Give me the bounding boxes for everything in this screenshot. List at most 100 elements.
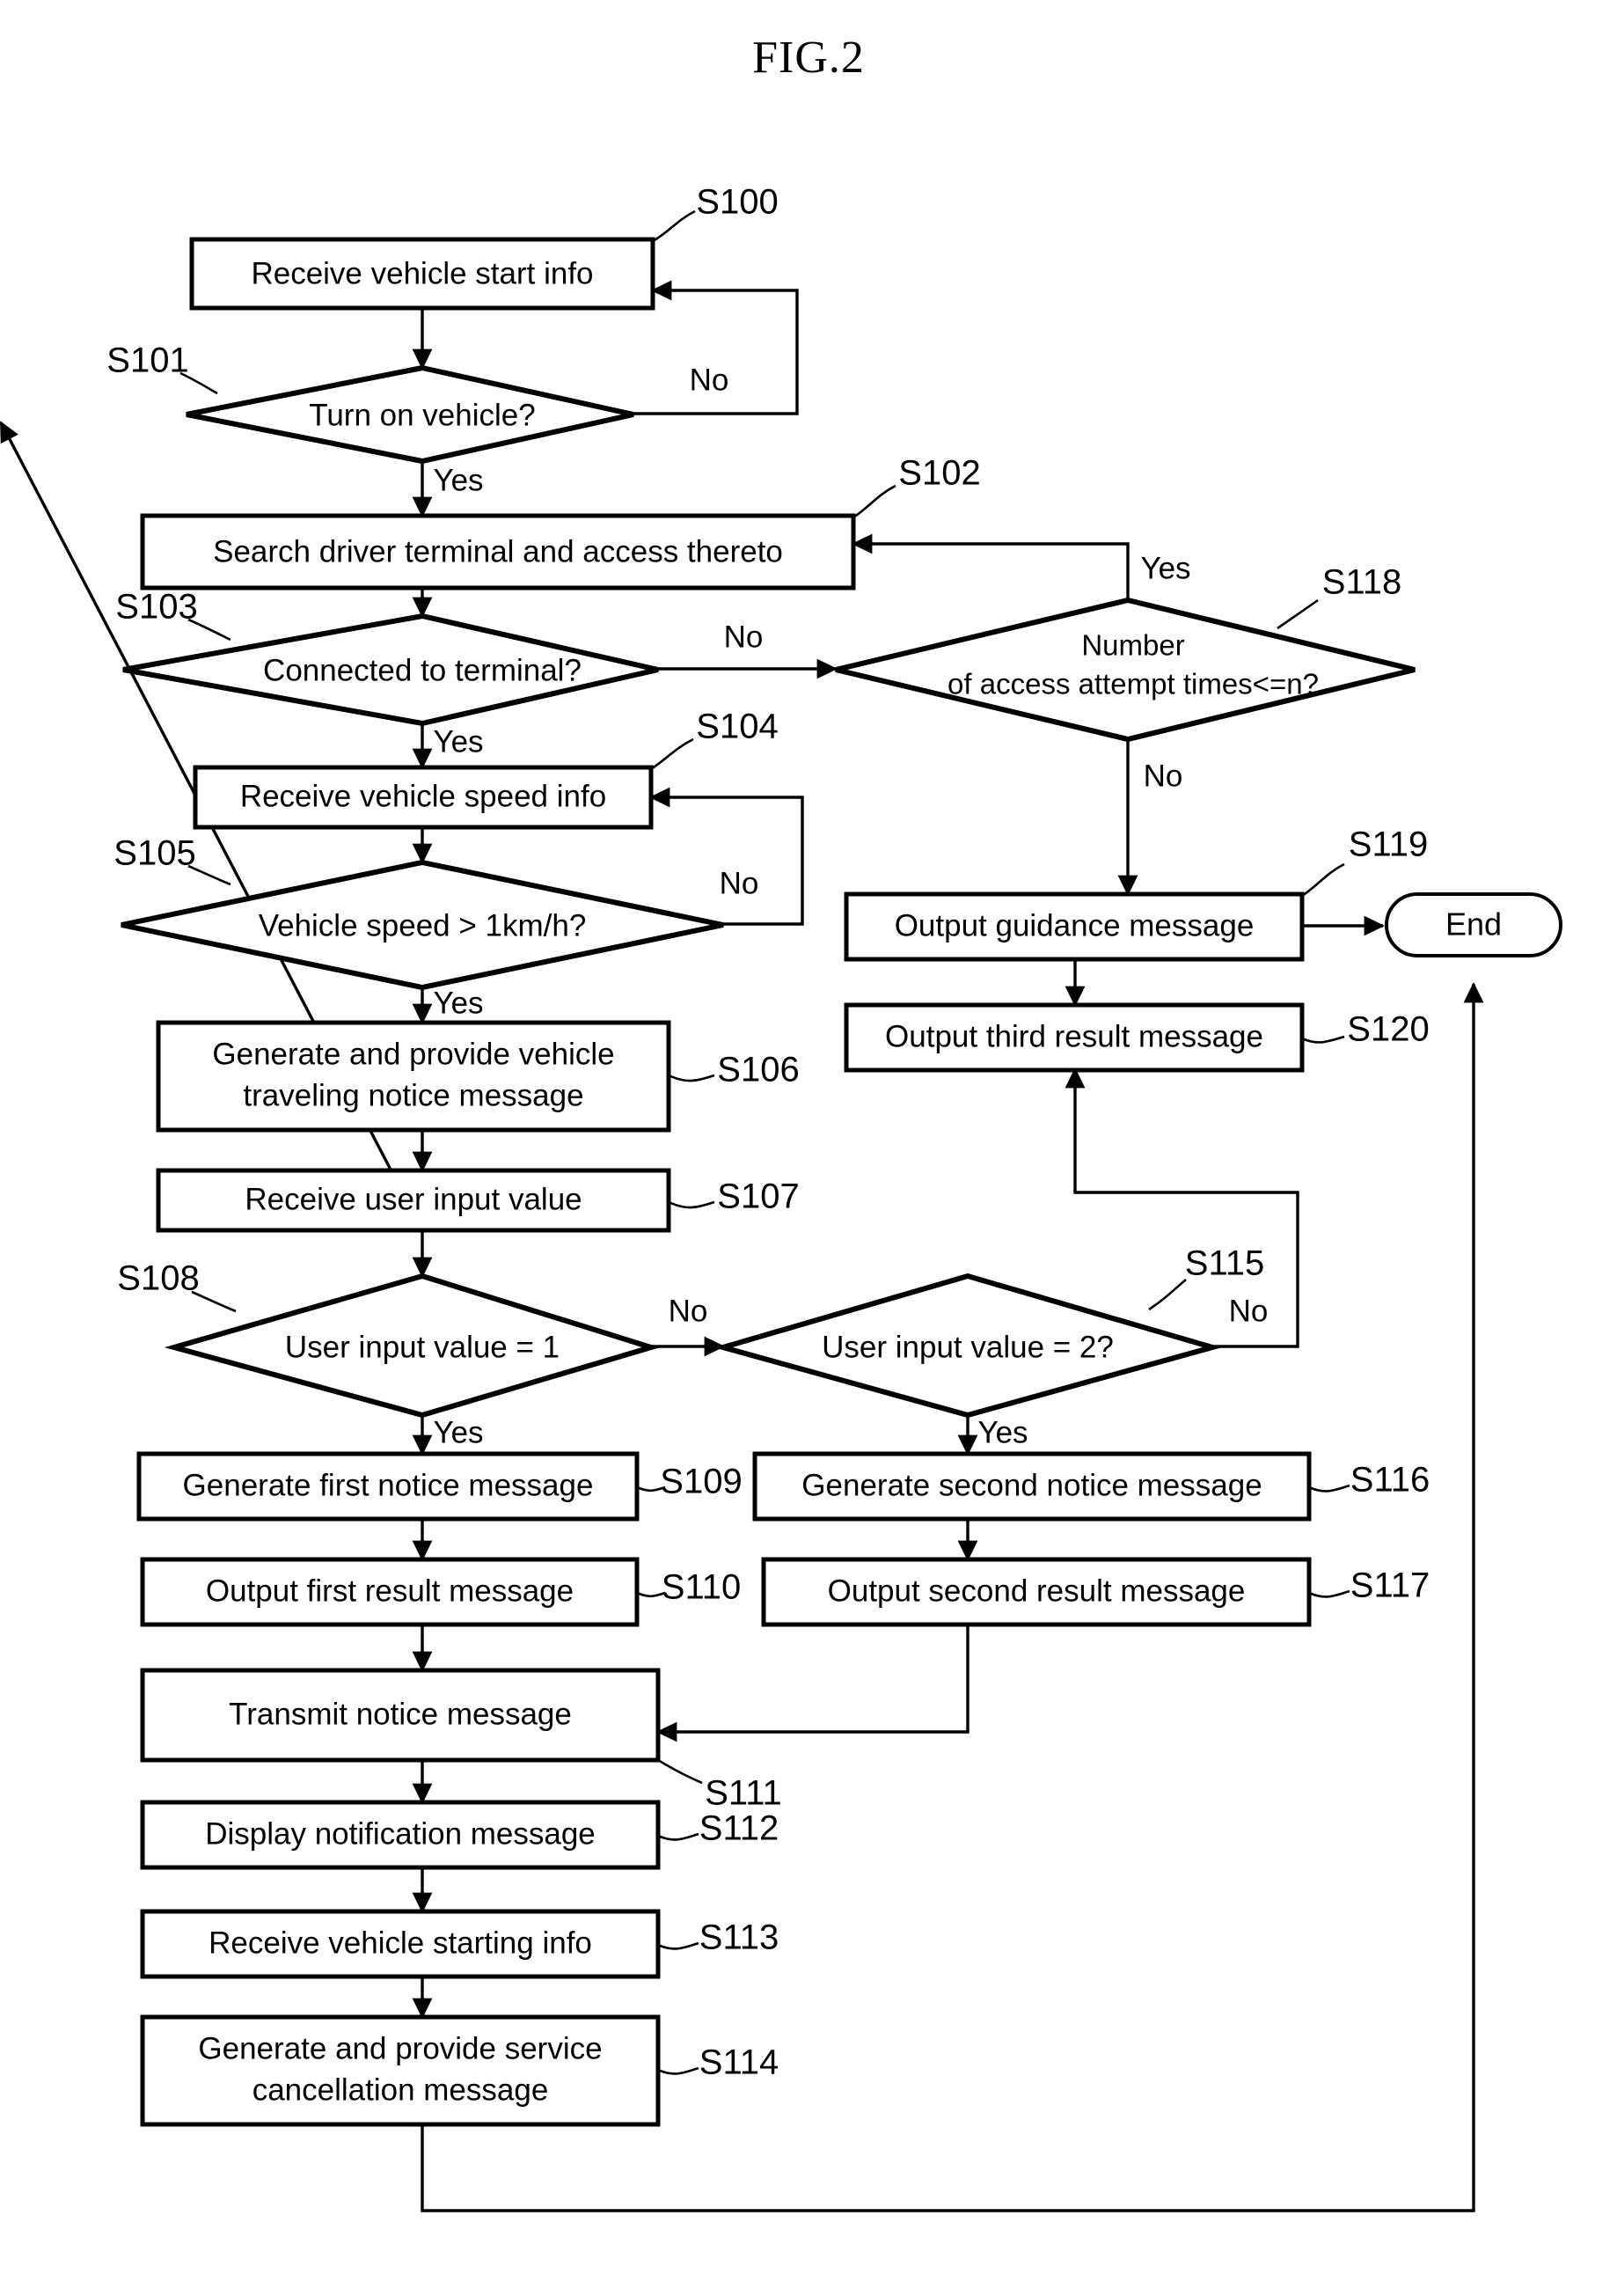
node-s103[interactable]: Connected to terminal? [122,613,659,727]
leader-s107 [668,1200,715,1209]
node-s106-label-line2: traveling notice message [243,1078,583,1112]
node-s102[interactable]: Search driver terminal and access theret… [140,513,856,591]
ref-s120: S120 [1347,1010,1429,1049]
node-s114-label-line2: cancellation message [252,2072,549,2107]
figure-root: FIG.2 Receive vehicle start info S100 Tu… [0,0,1617,2296]
ref-s110: S110 [662,1568,741,1607]
node-s100[interactable]: Receive vehicle start info [189,237,655,311]
node-end-label: End [1445,906,1502,943]
node-s101[interactable]: Turn on vehicle? [186,364,634,465]
node-s118[interactable]: Number of access attempt times<=n? [835,597,1416,743]
ref-s109: S109 [660,1463,742,1501]
flowchart-canvas: Receive vehicle start info S100 Turn on … [0,183,1562,2212]
node-s111-label: Transmit notice message [229,1697,572,1731]
leader-s106 [668,1074,715,1082]
ref-s114: S114 [699,2043,779,2082]
node-s117-label: Output second result message [828,1573,1246,1608]
node-s115[interactable]: User input value = 2? [713,1273,1222,1419]
leader-s119 [1301,862,1345,898]
node-s106-label-line1: Generate and provide vehicle [212,1037,614,1071]
ref-s111: S111 [705,1774,781,1813]
node-s118-label-line1: Number [1081,629,1184,662]
node-s102-label: Search driver terminal and access theret… [213,534,783,568]
node-s100-label: Receive vehicle start info [251,256,593,290]
node-s109-label: Generate first notice message [183,1468,594,1502]
leader-s104 [650,737,694,771]
ref-s107: S107 [717,1177,799,1216]
ref-s106: S106 [717,1051,799,1089]
node-s111[interactable]: Transmit notice message [140,1668,661,1763]
node-s112-label: Display notification message [205,1816,596,1851]
node-s105-label: Vehicle speed > 1km/h? [259,908,587,943]
node-s116-label: Generate second notice message [801,1468,1262,1502]
leader-s114 [657,2066,699,2075]
node-s105[interactable]: Vehicle speed > 1km/h? [121,859,724,991]
node-s107[interactable]: Receive user input value [156,1168,671,1233]
node-s116[interactable]: Generate second notice message [752,1451,1312,1522]
edge-s117-s111 [655,1625,969,1742]
edge-label-s101-no: No [690,363,729,397]
node-end[interactable]: End [1385,892,1562,957]
node-s113-label: Receive vehicle starting info [209,1926,592,1960]
leader-s120 [1301,1035,1345,1044]
leader-s116 [1308,1484,1350,1493]
leader-s112 [657,1832,699,1841]
node-s119-label: Output guidance message [895,908,1255,943]
ref-s116: S116 [1350,1461,1430,1500]
node-s114[interactable]: Generate and provide service cancellatio… [140,2014,661,2127]
ref-s119: S119 [1349,825,1428,864]
ref-s118: S118 [1322,563,1401,602]
node-s114-label-line1: Generate and provide service [198,2031,602,2065]
ref-s113: S113 [699,1918,779,1957]
ref-s100: S100 [696,183,778,222]
edge-label-s108-yes: Yes [433,1415,483,1449]
node-s107-label: Receive user input value [245,1182,582,1216]
leader-s115 [1148,1279,1187,1311]
ref-s108: S108 [117,1259,199,1298]
ref-s112: S112 [699,1809,779,1848]
edge-label-s118-yes: Yes [1140,551,1190,585]
edge-label-s115-no: No [1229,1294,1269,1328]
ref-s103: S103 [115,588,197,627]
edge-label-s105-no: No [720,866,759,900]
node-s106[interactable]: Generate and provide vehicle traveling n… [156,1020,671,1133]
edge-label-s115-yes: Yes [977,1415,1028,1449]
leader-s113 [657,1941,699,1950]
edge-label-s108-no: No [669,1294,708,1328]
node-s108[interactable]: User input value = 1 [164,1273,661,1419]
leader-s117 [1308,1589,1350,1598]
leader-s118 [1277,598,1319,630]
node-s115-label: User input value = 2? [822,1330,1114,1364]
node-s110-label: Output first result message [206,1573,574,1608]
edge-s105-no-s104 [648,787,804,926]
ref-s102: S102 [898,454,980,493]
node-s104-label: Receive vehicle speed info [240,779,606,813]
node-s110[interactable]: Output first result message [140,1557,640,1627]
leader-s102 [852,484,896,519]
ref-s117: S117 [1350,1566,1430,1605]
node-s108-label: User input value = 1 [285,1330,560,1364]
node-s113[interactable]: Receive vehicle starting info [140,1909,661,1979]
node-s104[interactable]: Receive vehicle speed info [193,765,654,830]
node-s103-label: Connected to terminal? [263,653,582,687]
ref-s105: S105 [113,834,195,873]
ref-s101: S101 [106,341,188,380]
ref-s115: S115 [1185,1244,1264,1283]
node-s112[interactable]: Display notification message [140,1800,661,1870]
node-s120[interactable]: Output third result message [844,1002,1305,1073]
edge-s118-yes-s102 [851,533,1130,600]
edge-label-s101-yes: Yes [433,463,483,497]
ref-s104: S104 [696,708,778,746]
leader-s111 [657,1758,703,1785]
edge-label-s105-yes: Yes [433,986,483,1020]
edge-label-s118-no: No [1144,759,1183,793]
node-s118-label-line2: of access attempt times<=n? [948,668,1319,701]
leader-s100 [652,209,696,243]
edge-label-s103-no: No [724,620,764,654]
node-s117[interactable]: Output second result message [761,1557,1312,1627]
node-s119[interactable]: Output guidance message [844,891,1305,962]
node-s101-label: Turn on vehicle? [309,398,535,432]
edge-label-s103-yes: Yes [433,724,483,759]
node-s109[interactable]: Generate first notice message [136,1451,640,1522]
node-s120-label: Output third result message [885,1019,1263,1053]
